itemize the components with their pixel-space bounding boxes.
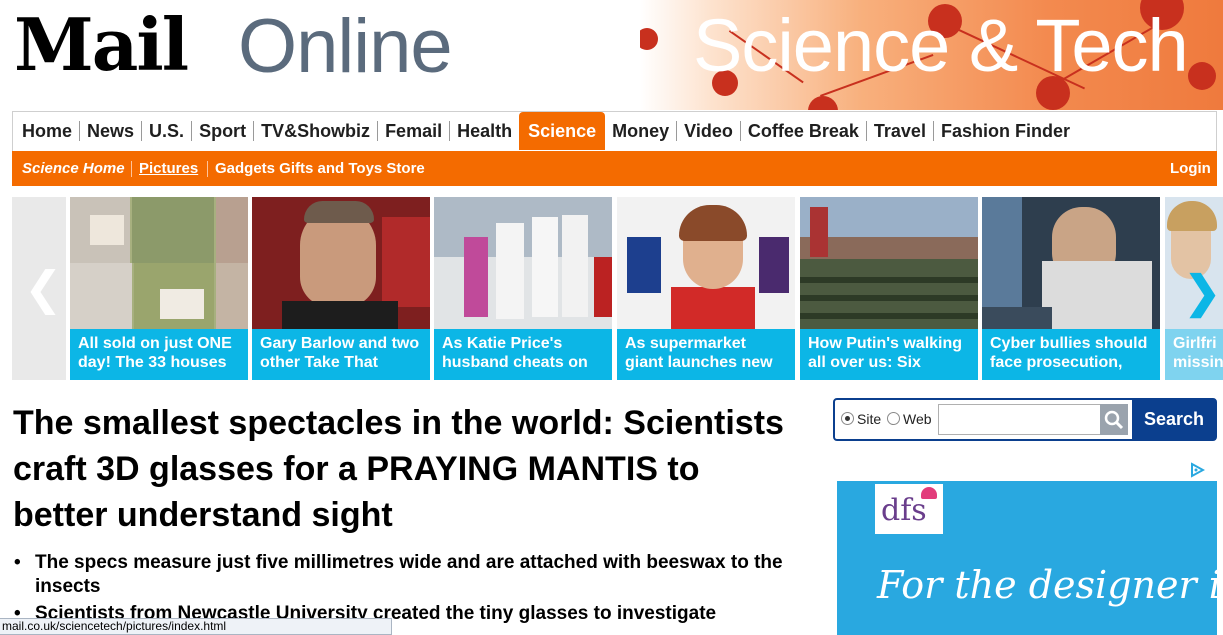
carousel-next-button[interactable]: ❯ <box>1184 267 1221 318</box>
carousel-tile[interactable]: Cyber bullies should face prosecution, <box>982 197 1160 380</box>
site-header: Mail Online Science & Tech <box>0 0 1223 110</box>
nav-money[interactable]: Money <box>605 121 678 141</box>
nav-home[interactable]: Home <box>15 121 81 141</box>
tile-caption: As Katie Price's husband cheats on <box>434 329 612 380</box>
subnav-pictures[interactable]: Pictures <box>139 160 198 177</box>
article-bullet: • The specs measure just five millimetres… <box>14 551 804 599</box>
ad-tagline: For the designer in you <box>877 563 1217 607</box>
dfs-advert[interactable]: dfs For the designer in you <box>837 481 1217 635</box>
logo-mail[interactable]: Mail <box>14 0 189 90</box>
tile-caption: Cyber bullies should face prosecution, <box>982 329 1160 380</box>
subnav-divider <box>207 161 208 177</box>
nav-health[interactable]: Health <box>450 121 521 141</box>
chevron-right-icon: ❯ <box>1184 268 1221 317</box>
science-subnav: Science Home Pictures Gadgets Gifts and … <box>12 151 1217 186</box>
bullet-text: The specs measure just five millimetres … <box>35 552 783 597</box>
carousel-tile[interactable]: Gary Barlow and two other Take That <box>252 197 430 380</box>
tile-caption: Girlfri missin <box>1165 329 1223 380</box>
houses-image <box>70 197 248 329</box>
search-input[interactable] <box>938 404 1103 435</box>
supermarket-image <box>617 197 795 329</box>
nav-femail[interactable]: Femail <box>378 121 451 141</box>
adchoices-icon[interactable] <box>1189 462 1206 483</box>
subnav-gadgets-store[interactable]: Gadgets Gifts and Toys Store <box>215 160 425 177</box>
nav-video[interactable]: Video <box>677 121 741 141</box>
nav-coffee-break[interactable]: Coffee Break <box>741 121 867 141</box>
section-banner-title: Science & Tech <box>693 4 1189 87</box>
nav-news[interactable]: News <box>80 121 143 141</box>
chevron-left-icon: ❮ <box>24 262 63 314</box>
subnav-science-home[interactable]: Science Home <box>22 160 125 177</box>
dfs-logo-text: dfs <box>881 493 927 528</box>
picture-carousel: ❮ All sold on just ONE day! The 33 house… <box>12 197 1223 380</box>
carousel-tile[interactable]: All sold on just ONE day! The 33 houses <box>70 197 248 380</box>
tile-caption: All sold on just ONE day! The 33 houses <box>70 329 248 380</box>
logo-online[interactable]: Online <box>238 2 453 92</box>
radio-web[interactable] <box>887 412 900 425</box>
login-link[interactable]: Login <box>1170 160 1211 177</box>
tile-caption: As supermarket giant launches new <box>617 329 795 380</box>
nav-sport[interactable]: Sport <box>192 121 255 141</box>
radio-site-label[interactable]: Site <box>857 411 881 427</box>
tile-caption: Gary Barlow and two other Take That <box>252 329 430 380</box>
radio-site[interactable] <box>841 412 854 425</box>
wedding-image <box>434 197 612 329</box>
parade-image <box>800 197 978 329</box>
browser-status-bar: mail.co.uk/sciencetech/pictures/index.ht… <box>0 618 392 635</box>
article-headline[interactable]: The smallest spectacles in the world: Sc… <box>13 400 803 538</box>
nav-science[interactable]: Science <box>519 112 606 150</box>
search-icon-button[interactable] <box>1100 404 1128 435</box>
carousel-tile[interactable]: As Katie Price's husband cheats on <box>434 197 612 380</box>
carousel-tile[interactable]: As supermarket giant launches new <box>617 197 795 380</box>
nav-tvshowbiz[interactable]: TV&Showbiz <box>254 121 379 141</box>
search-icon <box>1104 410 1124 430</box>
subnav-divider <box>131 161 132 177</box>
carousel-tile[interactable]: How Putin's walking all over us: Six <box>800 197 978 380</box>
portrait-image <box>252 197 430 329</box>
radio-web-label[interactable]: Web <box>903 411 932 427</box>
tile-caption: How Putin's walking all over us: Six <box>800 329 978 380</box>
nav-travel[interactable]: Travel <box>867 121 934 141</box>
nav-us[interactable]: U.S. <box>142 121 193 141</box>
search-button[interactable]: Search <box>1132 400 1216 439</box>
carousel-prev-button[interactable]: ❮ <box>12 197 66 380</box>
cyberbully-image <box>982 197 1160 329</box>
main-nav: Home News U.S. Sport TV&Showbiz Femail H… <box>12 111 1217 151</box>
search-box: Site Web Search <box>833 398 1217 441</box>
bullet-icon: • <box>14 552 21 573</box>
nav-fashion-finder[interactable]: Fashion Finder <box>934 121 1077 141</box>
